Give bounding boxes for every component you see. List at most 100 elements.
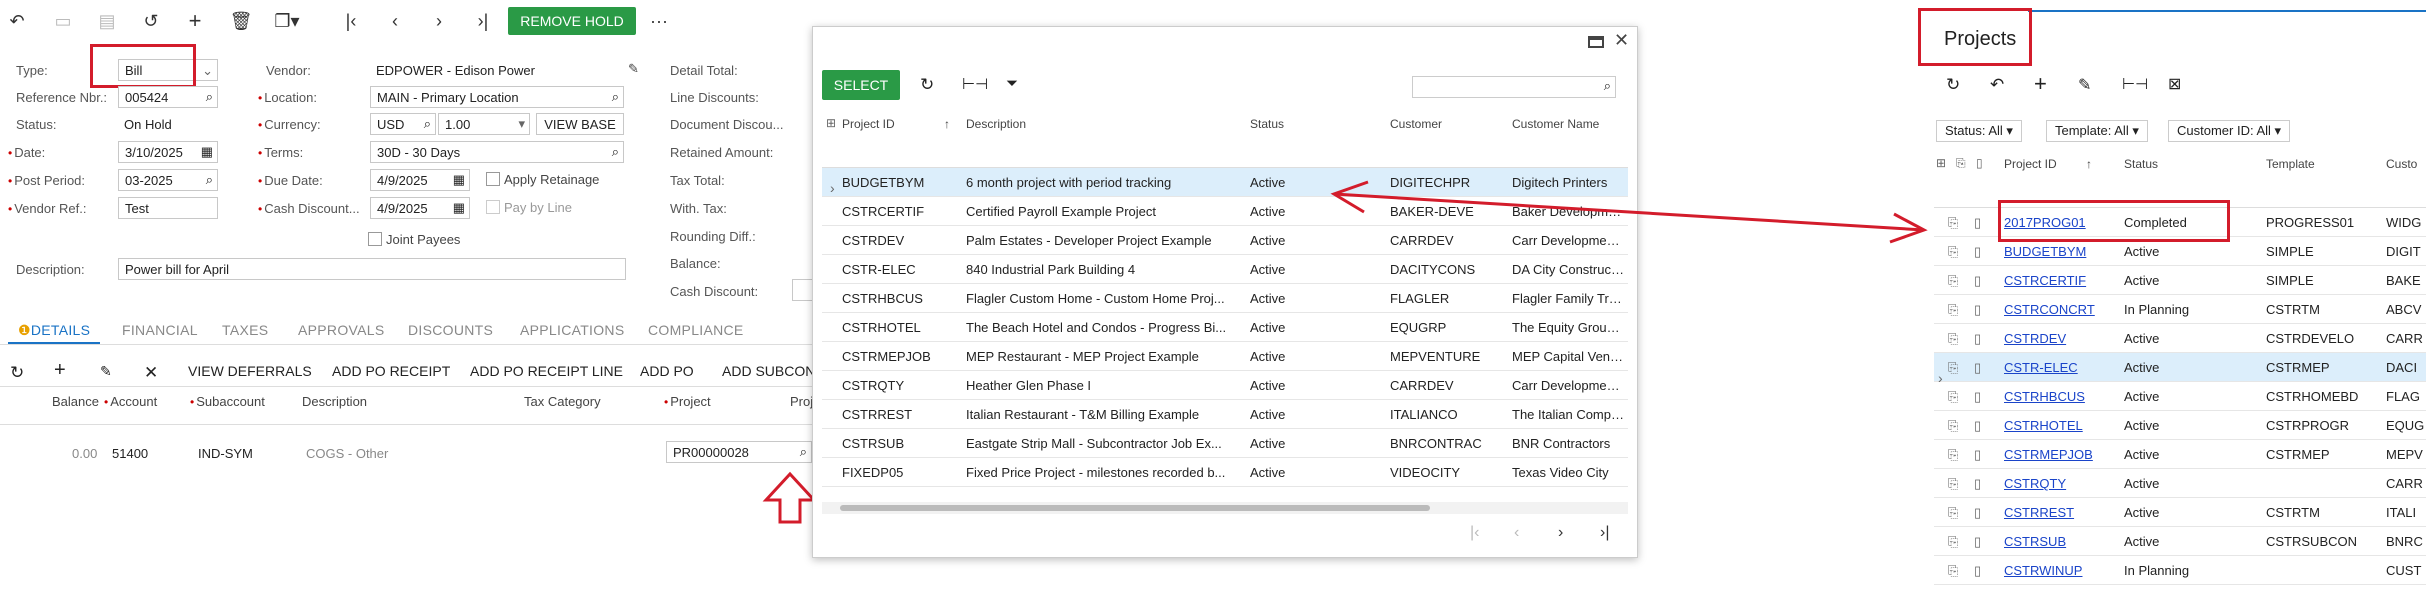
col-project-id[interactable]: Project ID	[2004, 157, 2057, 171]
col-customer[interactable]: Custo	[2386, 157, 2417, 171]
col-customer[interactable]: Customer	[1390, 117, 1442, 131]
cashd-field[interactable]: 4/9/2025 ▦	[370, 197, 470, 219]
project-row[interactable]: ⎘ ▯ CSTRHBCUS Active CSTRHOMEBD FLAG	[1934, 382, 2426, 411]
attachment-icon[interactable]: ⎘	[1948, 273, 1958, 289]
cell-project-id[interactable]: CSTRHBCUS	[2004, 389, 2114, 404]
select-button[interactable]: SELECT	[822, 70, 900, 100]
note-icon[interactable]: ▯	[1974, 447, 1981, 463]
project-row[interactable]: ⎘ ▯ CSTRCERTIF Active SIMPLE BAKE	[1934, 266, 2426, 295]
cell-subaccount[interactable]: IND-SYM	[198, 446, 253, 461]
desc-field[interactable]: Power bill for April	[118, 258, 626, 280]
note-icon[interactable]: ▯	[1974, 389, 1981, 405]
project-row[interactable]: ⎘ ▯ CSTRMEPJOB Active CSTRMEP MEPV	[1934, 440, 2426, 469]
note-icon[interactable]: ▯	[1974, 505, 1981, 521]
note-icon[interactable]: ▯	[1974, 244, 1981, 260]
tab-taxes[interactable]: TAXES	[222, 322, 268, 338]
cell-project-id[interactable]: CSTRHOTEL	[2004, 418, 2114, 433]
cell-project-id[interactable]: CSTRDEV	[2004, 331, 2114, 346]
due-field[interactable]: 4/9/2025 ▦	[370, 169, 470, 191]
joint-payees-checkbox[interactable]	[368, 232, 382, 246]
lookup-row[interactable]: FIXEDP05 Fixed Price Project - milestones…	[822, 458, 1628, 487]
cell-project-id[interactable]: CSTRMEPJOB	[2004, 447, 2114, 462]
edit-icon[interactable]: ✎	[100, 363, 112, 380]
search-icon[interactable]: ⌕	[612, 144, 619, 160]
add-icon[interactable]: +	[54, 359, 66, 382]
project-row[interactable]: ⎘ ▯ CSTRQTY Active CARR	[1934, 469, 2426, 498]
rate-field[interactable]: 1.00 ▾	[438, 113, 530, 135]
search-icon[interactable]: ⌕	[800, 444, 807, 460]
project-row[interactable]: ⎘ ▯ CSTRSUB Active CSTRSUBCON BNRC	[1934, 527, 2426, 556]
export-icon[interactable]: ⊠	[2168, 74, 2181, 94]
add-po-button[interactable]: ADD PO	[640, 363, 694, 379]
cell-project-id[interactable]: CSTR-ELEC	[2004, 360, 2114, 375]
first-icon[interactable]: |‹	[338, 8, 364, 34]
tab-financial[interactable]: FINANCIAL	[122, 322, 198, 338]
add-subcontract-button[interactable]: ADD SUBCON	[722, 363, 815, 379]
prev-page-icon[interactable]: ‹	[1514, 524, 1519, 542]
refresh-icon[interactable]: ↻	[10, 363, 24, 383]
undo-icon[interactable]: ↶	[1990, 75, 2004, 95]
edit-icon[interactable]: ✎	[628, 61, 639, 77]
lookup-row[interactable]: CSTRSUB Eastgate Strip Mall - Subcontract…	[822, 429, 1628, 458]
attachment-icon[interactable]: ⎘	[1948, 215, 1958, 231]
col-customer-name[interactable]: Customer Name	[1512, 117, 1599, 131]
attachment-icon[interactable]: ⎘	[1948, 447, 1958, 463]
first-page-icon[interactable]: |‹	[1470, 524, 1479, 542]
status-filter[interactable]: Status: All ▾	[1936, 120, 2022, 142]
customer-filter[interactable]: Customer ID: All ▾	[2168, 120, 2291, 142]
attachment-icon[interactable]: ⎘	[1948, 505, 1958, 521]
cell-description[interactable]: COGS - Other	[306, 446, 388, 461]
cell-account[interactable]: 51400	[112, 446, 148, 461]
cell-project-id[interactable]: CSTRCONCRT	[2004, 302, 2114, 317]
cell-project-id[interactable]: CSTRCERTIF	[2004, 273, 2114, 288]
delete-icon[interactable]: 🗑	[228, 8, 254, 34]
calendar-icon[interactable]: ▦	[201, 144, 213, 160]
lookup-row[interactable]: CSTRQTY Heather Glen Phase I Active CARRDEV…	[822, 371, 1628, 400]
add-po-receipt-button[interactable]: ADD PO RECEIPT	[332, 363, 450, 379]
apply-retainage-checkbox[interactable]	[486, 172, 500, 186]
template-filter[interactable]: Template: All ▾	[2046, 120, 2148, 142]
scrollbar-thumb[interactable]	[840, 505, 1430, 511]
note-icon[interactable]: ▯	[1974, 418, 1981, 434]
calendar-icon[interactable]: ▦	[453, 200, 465, 216]
attachment-icon[interactable]: ⎘	[1948, 244, 1958, 260]
note-icon[interactable]: ▯	[1974, 563, 1981, 579]
note-icon[interactable]: ▯	[1974, 331, 1981, 347]
add-icon[interactable]: +	[182, 8, 208, 34]
attachment-icon[interactable]: ⎘	[1948, 389, 1958, 405]
col-template[interactable]: Template	[2266, 157, 2315, 171]
view-deferrals-button[interactable]: VIEW DEFERRALS	[188, 363, 312, 379]
view-base-button[interactable]: VIEW BASE	[536, 113, 624, 135]
search-icon[interactable]: ⌕	[206, 172, 213, 188]
tab-compliance[interactable]: COMPLIANCE	[648, 322, 744, 338]
lookup-row[interactable]: CSTR-ELEC 840 Industrial Park Building 4 A…	[822, 255, 1628, 284]
tab-applications[interactable]: APPLICATIONS	[520, 322, 624, 338]
cell-project-id[interactable]: CSTRQTY	[2004, 476, 2114, 491]
vref-field[interactable]: Test	[118, 197, 218, 219]
attachment-icon[interactable]: ⎘	[1948, 360, 1958, 376]
lookup-row[interactable]: CSTRREST Italian Restaurant - T&M Billing…	[822, 400, 1628, 429]
cell-project-id[interactable]: BUDGETBYM	[2004, 244, 2114, 259]
add-po-receipt-line-button[interactable]: ADD PO RECEIPT LINE	[470, 363, 623, 379]
attachment-icon[interactable]: ⎘	[1948, 476, 1958, 492]
save-icon[interactable]: ▭	[50, 8, 76, 34]
project-row[interactable]: ⎘ ▯ CSTR-ELEC Active CSTRMEP DACI	[1934, 353, 2426, 382]
cell-project-id[interactable]: CSTRREST	[2004, 505, 2114, 520]
save-close-icon[interactable]: ▤	[94, 8, 120, 34]
edit-icon[interactable]: ✎	[2078, 75, 2091, 95]
refresh-icon[interactable]: ↻	[1946, 75, 1960, 95]
attachment-icon[interactable]: ⎘	[1948, 418, 1958, 434]
refresh-icon[interactable]: ↻	[920, 75, 934, 95]
project-row[interactable]: ⎘ ▯ CSTRHOTEL Active CSTRPROGR EQUG	[1934, 411, 2426, 440]
add-icon[interactable]: +	[2034, 71, 2047, 97]
filter-icon[interactable]: ⏷	[1006, 75, 1018, 92]
date-field[interactable]: 3/10/2025 ▦	[118, 141, 218, 163]
refresh-icon[interactable]: ↺	[138, 8, 164, 34]
cell-project-id[interactable]: CSTRWINUP	[2004, 563, 2114, 578]
currency-field[interactable]: USD ⌕	[370, 113, 436, 135]
fit-columns-icon[interactable]: ⊢⊣	[962, 75, 988, 93]
location-field[interactable]: MAIN - Primary Location ⌕	[370, 86, 624, 108]
column-settings-icon[interactable]: ⊞	[826, 116, 836, 130]
column-settings-icon[interactable]: ⊞	[1936, 156, 1946, 170]
undo-icon[interactable]: ↶	[4, 8, 30, 34]
